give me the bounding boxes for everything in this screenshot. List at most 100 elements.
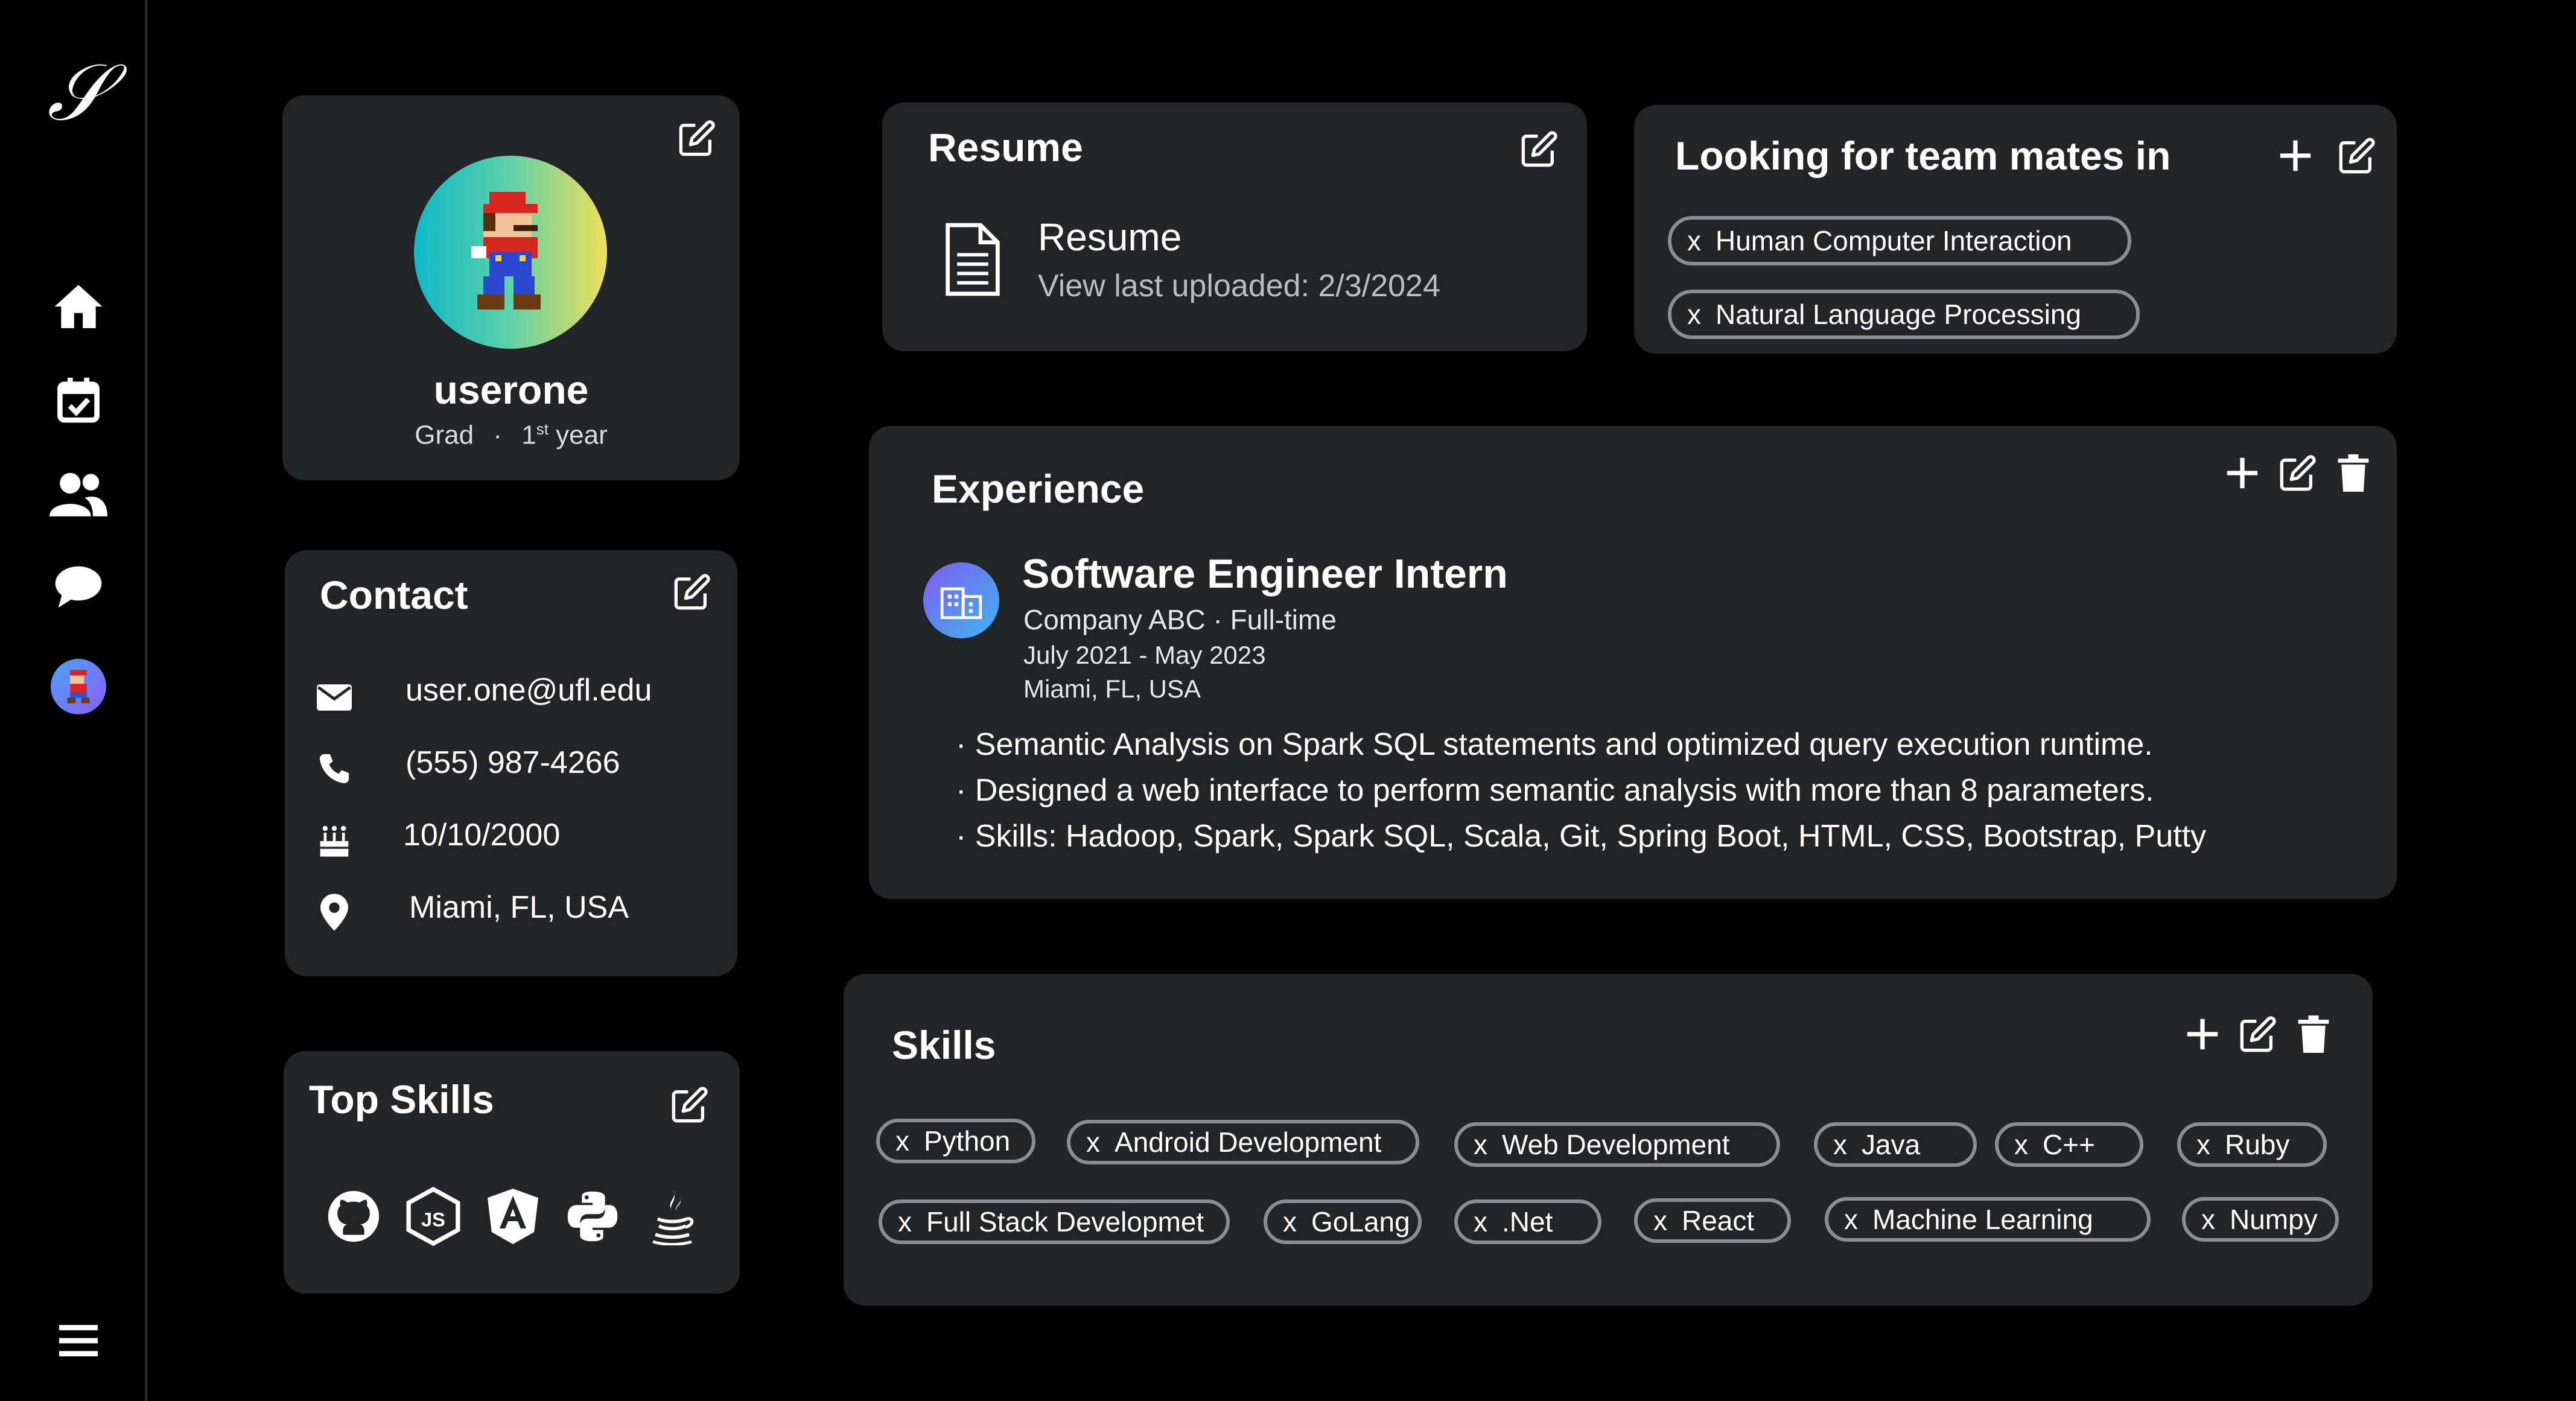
skill-chip-label: .Net [1502, 1206, 1553, 1237]
resume-last-uploaded[interactable]: View last uploaded: 2/3/2024 [1038, 268, 1440, 304]
remove-chip-icon[interactable]: x [1687, 298, 1701, 331]
edit-icon[interactable] [669, 1084, 711, 1126]
nodejs-icon: JS [403, 1186, 463, 1247]
contact-card: Contact user.one@ufl.edu (555) 987-4266 … [285, 550, 737, 976]
location-pin-icon [315, 893, 354, 932]
remove-chip-icon[interactable]: x [1687, 224, 1701, 257]
interest-chip[interactable]: x Human Computer Interaction [1668, 216, 2131, 265]
contact-location: Miami, FL, USA [409, 890, 629, 925]
skill-chip[interactable]: x C++ [1995, 1122, 2143, 1167]
profile-subtitle: Grad · 1st year [282, 420, 740, 451]
skill-chip-label: Machine Learning [1872, 1204, 2093, 1235]
remove-chip-icon[interactable]: x [2201, 1203, 2215, 1236]
chat-icon[interactable] [48, 556, 109, 617]
experience-company: Company ABC · Full-time [1023, 604, 1337, 635]
menu-icon[interactable] [48, 1310, 109, 1371]
edit-icon[interactable] [2234, 1010, 2282, 1058]
avatar[interactable] [48, 656, 109, 717]
skill-chip[interactable]: x Full Stack Developmet [879, 1199, 1230, 1244]
remove-chip-icon[interactable]: x [1833, 1128, 1847, 1161]
remove-chip-icon[interactable]: x [1474, 1206, 1487, 1238]
skill-chip[interactable]: x Web Development [1454, 1122, 1780, 1167]
resume-card: Resume Resume View last uploaded: 2/3/20… [882, 103, 1587, 351]
add-icon[interactable] [2218, 449, 2266, 497]
experience-card: Experience Software Engineer Intern Comp… [869, 426, 2397, 899]
skills-card: Skills x Python x Android Development x Web… [844, 974, 2373, 1306]
sidebar: 𝒮 [0, 0, 147, 1401]
remove-chip-icon[interactable]: x [2014, 1128, 2028, 1161]
svg-text:JS: JS [421, 1208, 445, 1230]
top-skills-card: Top Skills JS [284, 1051, 740, 1294]
java-icon [642, 1186, 702, 1247]
year-word: year [556, 420, 608, 450]
github-icon [323, 1186, 384, 1247]
skill-chip[interactable]: x Numpy [2182, 1197, 2339, 1242]
home-icon[interactable] [48, 276, 109, 337]
skill-chip[interactable]: x Android Development [1067, 1120, 1419, 1164]
users-icon[interactable] [48, 463, 109, 524]
remove-chip-icon[interactable]: x [895, 1125, 909, 1157]
skill-chip[interactable]: x Python [876, 1119, 1035, 1163]
calendar-check-icon[interactable] [48, 369, 109, 430]
interest-chip[interactable]: x Natural Language Processing [1668, 290, 2140, 339]
skill-chip[interactable]: x GoLang [1264, 1199, 1422, 1244]
remove-chip-icon[interactable]: x [2196, 1128, 2210, 1161]
skill-chip[interactable]: x React [1634, 1198, 1791, 1243]
remove-chip-icon[interactable]: x [1474, 1128, 1487, 1161]
python-icon [562, 1186, 623, 1247]
skill-chip-label: C++ [2043, 1129, 2095, 1160]
experience-location: Miami, FL, USA [1023, 675, 1201, 703]
username: userone [433, 367, 589, 412]
top-skills-title: Top Skills [309, 1077, 494, 1122]
add-icon[interactable] [2178, 1010, 2227, 1058]
resume-file-label[interactable]: Resume [1038, 215, 1181, 259]
separator-dot: · [493, 420, 502, 450]
app-logo[interactable]: 𝒮 [47, 47, 108, 138]
skill-chip[interactable]: x Ruby [2177, 1122, 2327, 1167]
skill-chip[interactable]: x .Net [1454, 1199, 1601, 1244]
remove-chip-icon[interactable]: x [1283, 1206, 1297, 1238]
skill-chip-label: Ruby [2225, 1129, 2290, 1160]
experience-bullet: · Semantic Analysis on Spark SQL stateme… [956, 727, 2153, 762]
experience-title: Experience [932, 466, 1145, 511]
remove-chip-icon[interactable]: x [1086, 1126, 1100, 1158]
edit-icon[interactable] [671, 571, 713, 613]
experience-role: Software Engineer Intern [1022, 551, 1508, 597]
angular-icon [483, 1186, 543, 1247]
contact-birthday: 10/10/2000 [403, 818, 561, 853]
skill-chip-label: Java [1862, 1129, 1921, 1160]
remove-chip-icon[interactable]: x [1653, 1204, 1667, 1237]
skill-chip-label: Full Stack Developmet [926, 1206, 1204, 1237]
edit-icon[interactable] [676, 117, 718, 159]
add-icon[interactable] [2271, 132, 2320, 180]
skill-chip[interactable]: x Java [1814, 1122, 1977, 1167]
profile-avatar[interactable] [414, 156, 607, 349]
skill-chip-label: Android Development [1115, 1126, 1382, 1158]
remove-chip-icon[interactable]: x [898, 1206, 912, 1238]
skill-chip-label: Web Development [1502, 1129, 1730, 1160]
team-mates-card: Looking for team mates in x Human Comput… [1634, 105, 2397, 354]
skill-chip-label: React [1682, 1205, 1755, 1236]
document-icon[interactable] [943, 221, 1003, 298]
edit-icon[interactable] [1518, 128, 1560, 170]
remove-chip-icon[interactable]: x [1844, 1203, 1858, 1236]
skills-title: Skills [892, 1023, 996, 1067]
contact-phone[interactable]: (555) 987-4266 [405, 745, 620, 781]
contact-email[interactable]: user.one@ufl.edu [405, 672, 652, 708]
skill-chip-label: Numpy [2230, 1204, 2318, 1235]
skill-chip[interactable]: x Machine Learning [1825, 1197, 2151, 1242]
experience-dates: July 2021 - May 2023 [1023, 641, 1266, 669]
trash-icon[interactable] [2289, 1010, 2338, 1058]
experience-bullet: · Designed a web interface to perform se… [956, 773, 2154, 808]
skill-chip-label: GoLang [1311, 1206, 1410, 1237]
skill-chip-label: Python [924, 1125, 1011, 1157]
year-suffix: st [536, 420, 549, 438]
edit-icon[interactable] [2333, 132, 2381, 180]
trash-icon[interactable] [2329, 449, 2377, 497]
interest-chip-label: Natural Language Processing [1716, 299, 2082, 330]
company-building-icon [923, 562, 999, 638]
interest-chip-label: Human Computer Interaction [1716, 225, 2072, 256]
phone-icon [315, 749, 354, 788]
edit-icon[interactable] [2274, 449, 2322, 497]
resume-title: Resume [928, 125, 1083, 170]
